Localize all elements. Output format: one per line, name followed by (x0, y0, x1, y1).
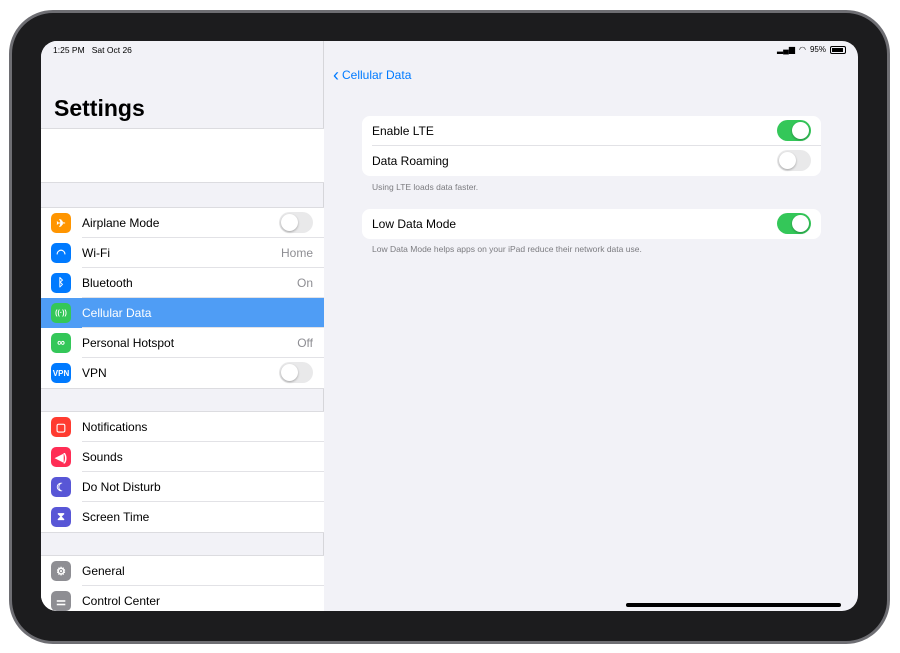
hotspot-icon: ∞ (51, 333, 71, 353)
back-button[interactable]: ‹ Cellular Data (333, 65, 412, 85)
battery-icon (830, 45, 846, 54)
chevron-left-icon: ‹ (333, 65, 339, 85)
antenna-icon: ((·)) (51, 303, 71, 323)
signal-icon: ▂▄▆ (777, 45, 795, 54)
vpntoggle[interactable] (279, 362, 313, 383)
sidebar-item-control-center[interactable]: ⚌ Control Center (41, 586, 324, 611)
data-roaming-label: Data Roaming (372, 154, 449, 168)
sidebar-item-value: Off (297, 336, 313, 350)
settings-group-connectivity: ✈ Airplane Mode ◠ Wi-Fi Home ᛒ Bluetooth On ((·)… (41, 207, 324, 389)
sidebar-item-label: Personal Hotspot (82, 336, 175, 350)
status-time: 1:25 PM Sat Oct 26 (53, 45, 132, 55)
sidebar-item-wi-fi[interactable]: ◠ Wi-Fi Home (41, 238, 324, 268)
sidebar-item-label: Sounds (82, 450, 123, 464)
settings-group-general: ⚙ General ⚌ Control Center (41, 555, 324, 611)
low-data-footer: Low Data Mode helps apps on your iPad re… (372, 244, 642, 254)
airplane-icon: ✈ (51, 213, 71, 233)
cellular-data-pane: ▂▄▆ ◠ 95% ‹ Cellular Data Enable LTE Data… (325, 41, 858, 611)
back-label: Cellular Data (342, 68, 412, 82)
sidebar-item-label: Cellular Data (82, 306, 152, 320)
sidebar-item-label: Do Not Disturb (82, 480, 161, 494)
sidebar-item-label: Control Center (82, 594, 161, 608)
home-indicator[interactable] (626, 603, 841, 607)
sidebar-item-label: Screen Time (82, 510, 150, 524)
low-data-group: Low Data Mode (362, 209, 821, 239)
settings-sidebar: 1:25 PM Sat Oct 26 Settings ✈ Airplane Mo… (41, 41, 324, 611)
data-roaming-toggle[interactable] (777, 150, 811, 171)
bluetooth-icon: ᛒ (51, 273, 71, 293)
airplane-modetoggle[interactable] (279, 212, 313, 233)
data-roaming-row: Data Roaming (362, 146, 821, 176)
wifi-icon: ◠ (51, 243, 71, 263)
sidebar-item-do-not-disturb[interactable]: ☾ Do Not Disturb (41, 472, 324, 502)
sidebar-item-label: Bluetooth (82, 276, 133, 290)
sidebar-item-value: On (296, 276, 313, 290)
sidebar-item-vpn[interactable]: VPN VPN (41, 358, 324, 388)
lte-footer: Using LTE loads data faster. (372, 182, 479, 192)
vpn-icon: VPN (51, 363, 71, 383)
sidebar-item-general[interactable]: ⚙ General (41, 556, 324, 586)
wifi-status-icon: ◠ (799, 45, 806, 54)
sidebar-item-cellular-data[interactable]: ((·)) Cellular Data (41, 298, 324, 328)
sidebar-item-bluetooth[interactable]: ᛒ Bluetooth On (41, 268, 324, 298)
moon-icon: ☾ (51, 477, 71, 497)
battery-percent: 95% (809, 45, 826, 54)
switches-icon: ⚌ (51, 591, 71, 611)
sidebar-item-label: Airplane Mode (82, 216, 160, 230)
low-data-mode-label: Low Data Mode (372, 217, 457, 231)
sidebar-item-screen-time[interactable]: ⧗ Screen Time (41, 502, 324, 532)
status-indicators: ▂▄▆ ◠ 95% (777, 45, 846, 54)
screen: 1:25 PM Sat Oct 26 Settings ✈ Airplane Mo… (41, 41, 858, 611)
gear-icon: ⚙ (51, 561, 71, 581)
sidebar-item-label: VPN (82, 366, 107, 380)
enable-lte-row: Enable LTE (362, 116, 821, 146)
sidebar-item-airplane-mode[interactable]: ✈ Airplane Mode (41, 208, 324, 238)
settings-group-notifications: ▢ Notifications ◀) Sounds ☾ Do Not Disturb ⧗ Sc… (41, 411, 324, 533)
sidebar-item-value: Home (280, 246, 313, 260)
enable-lte-label: Enable LTE (372, 124, 434, 138)
speaker-icon: ◀) (51, 447, 71, 467)
sidebar-item-notifications[interactable]: ▢ Notifications (41, 412, 324, 442)
page-title: Settings (54, 95, 145, 121)
lte-group: Enable LTE Data Roaming (362, 116, 821, 176)
enable-lte-toggle[interactable] (777, 120, 811, 141)
notifications-icon: ▢ (51, 417, 71, 437)
sidebar-item-sounds[interactable]: ◀) Sounds (41, 442, 324, 472)
search-area[interactable] (41, 128, 324, 183)
low-data-mode-toggle[interactable] (777, 213, 811, 234)
low-data-mode-row: Low Data Mode (362, 209, 821, 239)
hourglass-icon: ⧗ (51, 507, 71, 527)
sidebar-item-personal-hotspot[interactable]: ∞ Personal Hotspot Off (41, 328, 324, 358)
sidebar-item-label: Notifications (82, 420, 148, 434)
sidebar-item-label: General (82, 564, 125, 578)
sidebar-item-label: Wi-Fi (82, 246, 110, 260)
